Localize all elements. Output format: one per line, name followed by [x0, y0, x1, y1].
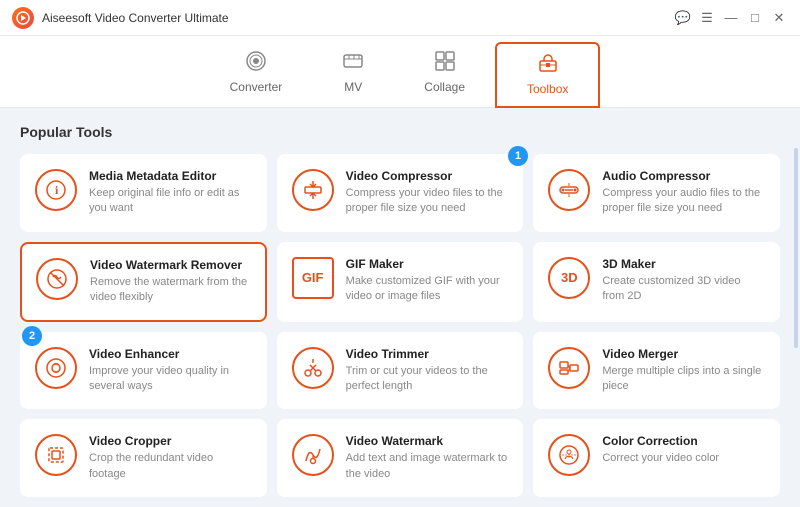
audio-compressor-info: Audio Compressor Compress your audio fil…	[602, 169, 765, 217]
media-metadata-editor-icon: i	[35, 169, 77, 211]
video-cropper-name: Video Cropper	[89, 434, 252, 448]
scroll-bar[interactable]	[794, 148, 798, 348]
video-enhancer-info: Video Enhancer Improve your video qualit…	[89, 347, 252, 395]
toolbox-icon	[537, 52, 559, 78]
annotation-badge-2: 2	[22, 326, 42, 346]
tool-card-audio-compressor[interactable]: Audio Compressor Compress your audio fil…	[533, 154, 780, 232]
tool-card-3d-maker[interactable]: 3D 3D Maker Create customized 3D video f…	[533, 242, 780, 322]
video-trimmer-info: Video Trimmer Trim or cut your videos to…	[346, 347, 509, 395]
tab-converter[interactable]: Converter	[200, 42, 313, 107]
video-enhancer-desc: Improve your video quality in several wa…	[89, 364, 252, 395]
tool-card-video-compressor[interactable]: Video Compressor Compress your video fil…	[277, 154, 524, 232]
video-compressor-info: Video Compressor Compress your video fil…	[346, 169, 509, 217]
tool-card-video-merger[interactable]: Video Merger Merge multiple clips into a…	[533, 332, 780, 410]
video-watermark-icon	[292, 434, 334, 476]
chat-icon[interactable]: 💬	[674, 9, 692, 27]
video-watermark-remover-icon	[36, 258, 78, 300]
gif-maker-name: GIF Maker	[346, 257, 509, 271]
window-controls: 💬 ☰ — □ ✕	[674, 9, 788, 27]
audio-compressor-icon	[548, 169, 590, 211]
close-button[interactable]: ✕	[770, 9, 788, 27]
minimize-button[interactable]: —	[722, 9, 740, 27]
tool-card-video-watermark-remover[interactable]: Video Watermark Remover Remove the water…	[20, 242, 267, 322]
video-merger-info: Video Merger Merge multiple clips into a…	[602, 347, 765, 395]
gif-maker-desc: Make customized GIF with your video or i…	[346, 274, 509, 305]
video-compressor-desc: Compress your video files to the proper …	[346, 186, 509, 217]
3d-maker-info: 3D Maker Create customized 3D video from…	[602, 257, 765, 305]
video-cropper-icon	[35, 434, 77, 476]
converter-label: Converter	[230, 80, 283, 94]
video-watermark-info: Video Watermark Add text and image water…	[346, 434, 509, 482]
tool-grid: i Media Metadata Editor Keep original fi…	[20, 154, 780, 497]
section-title: Popular Tools	[20, 124, 780, 140]
video-enhancer-name: Video Enhancer	[89, 347, 252, 361]
tool-card-video-watermark[interactable]: Video Watermark Add text and image water…	[277, 419, 524, 497]
video-merger-icon	[548, 347, 590, 389]
video-compressor-name: Video Compressor	[346, 169, 509, 183]
video-merger-name: Video Merger	[602, 347, 765, 361]
audio-compressor-name: Audio Compressor	[602, 169, 765, 183]
tool-card-gif-maker[interactable]: GIF GIF Maker Make customized GIF with y…	[277, 242, 524, 322]
tool-card-media-metadata-editor[interactable]: i Media Metadata Editor Keep original fi…	[20, 154, 267, 232]
video-watermark-remover-name: Video Watermark Remover	[90, 258, 251, 272]
mv-label: MV	[344, 80, 362, 94]
media-metadata-editor-name: Media Metadata Editor	[89, 169, 252, 183]
video-cropper-desc: Crop the redundant video footage	[89, 451, 252, 482]
video-trimmer-name: Video Trimmer	[346, 347, 509, 361]
3d-maker-name: 3D Maker	[602, 257, 765, 271]
video-watermark-remover-desc: Remove the watermark from the video flex…	[90, 275, 251, 306]
tool-card-video-cropper[interactable]: Video Cropper Crop the redundant video f…	[20, 419, 267, 497]
app-logo	[12, 7, 34, 29]
tab-toolbox[interactable]: Toolbox	[495, 42, 600, 108]
tab-collage[interactable]: Collage	[394, 42, 495, 107]
tool-card-color-correction[interactable]: Color Correction Correct your video colo…	[533, 419, 780, 497]
maximize-button[interactable]: □	[746, 9, 764, 27]
video-watermark-remover-info: Video Watermark Remover Remove the water…	[90, 258, 251, 306]
nav-bar: Converter MV Collage	[0, 36, 800, 108]
title-bar: Aiseesoft Video Converter Ultimate 💬 ☰ —…	[0, 0, 800, 36]
menu-icon[interactable]: ☰	[698, 9, 716, 27]
gif-maker-icon: GIF	[292, 257, 334, 299]
video-trimmer-desc: Trim or cut your videos to the perfect l…	[346, 364, 509, 395]
main-content: 1 2 Popular Tools i Media Metadata Edito…	[0, 108, 800, 507]
tool-card-video-enhancer[interactable]: Video Enhancer Improve your video qualit…	[20, 332, 267, 410]
video-watermark-desc: Add text and image watermark to the vide…	[346, 451, 509, 482]
gif-maker-info: GIF Maker Make customized GIF with your …	[346, 257, 509, 305]
mv-icon	[342, 50, 364, 76]
video-cropper-info: Video Cropper Crop the redundant video f…	[89, 434, 252, 482]
video-merger-desc: Merge multiple clips into a single piece	[602, 364, 765, 395]
svg-text:i: i	[55, 183, 59, 197]
color-correction-desc: Correct your video color	[602, 451, 765, 466]
collage-label: Collage	[424, 80, 465, 94]
audio-compressor-desc: Compress your audio files to the proper …	[602, 186, 765, 217]
converter-icon	[245, 50, 267, 76]
3d-maker-icon: 3D	[548, 257, 590, 299]
3d-maker-desc: Create customized 3D video from 2D	[602, 274, 765, 305]
media-metadata-editor-info: Media Metadata Editor Keep original file…	[89, 169, 252, 217]
toolbox-label: Toolbox	[527, 82, 568, 96]
collage-icon	[434, 50, 456, 76]
color-correction-info: Color Correction Correct your video colo…	[602, 434, 765, 466]
tab-mv[interactable]: MV	[312, 42, 394, 107]
annotation-badge-1: 1	[508, 146, 528, 166]
video-enhancer-icon	[35, 347, 77, 389]
app-title: Aiseesoft Video Converter Ultimate	[42, 11, 674, 25]
video-watermark-name: Video Watermark	[346, 434, 509, 448]
tool-card-video-trimmer[interactable]: Video Trimmer Trim or cut your videos to…	[277, 332, 524, 410]
media-metadata-editor-desc: Keep original file info or edit as you w…	[89, 186, 252, 217]
video-compressor-icon	[292, 169, 334, 211]
color-correction-name: Color Correction	[602, 434, 765, 448]
video-trimmer-icon	[292, 347, 334, 389]
color-correction-icon	[548, 434, 590, 476]
